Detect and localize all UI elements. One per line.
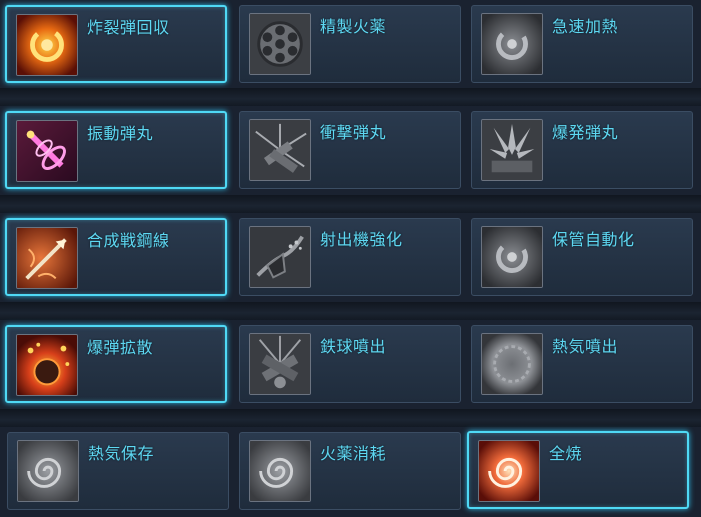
skill-card-5-3[interactable]: 全焼 [467,431,689,509]
skill-name: 急速加熱 [552,17,619,36]
skill-card-3-1[interactable]: 合成戦鋼線 [5,218,227,296]
cylinder-icon [249,13,311,75]
heat-burst-icon [481,333,543,395]
skill-card-1-1[interactable]: 炸裂弾回収 [5,5,227,83]
skill-card-5-2[interactable]: 火薬消耗 [239,432,461,510]
skill-card-2-1[interactable]: 振動弾丸 [5,111,227,189]
swirl-icon [481,226,543,288]
vibrating-bullet-icon [16,120,78,182]
impact-bullets-icon [249,119,311,181]
row-separator [0,195,701,213]
skill-card-1-3[interactable]: 急速加熱 [471,5,693,83]
skill-name: 振動弾丸 [87,124,154,143]
fire-vortex-icon [478,440,540,502]
skill-name: 爆発弾丸 [552,123,619,142]
skill-name: 鉄球噴出 [320,337,387,356]
vortex-icon [17,440,79,502]
skill-name: 熱気噴出 [552,337,619,356]
skill-card-3-3[interactable]: 保管自動化 [471,218,693,296]
skill-name: 合成戦鋼線 [87,231,170,250]
swirl-icon [481,13,543,75]
burst-icon [481,119,543,181]
row-separator [0,88,701,106]
skill-card-4-2[interactable]: 鉄球噴出 [239,325,461,403]
skill-card-5-1[interactable]: 熱気保存 [7,432,229,510]
skill-card-2-2[interactable]: 衝撃弾丸 [239,111,461,189]
skill-name: 全焼 [549,444,583,463]
skill-name: 射出機強化 [320,230,403,249]
skill-name: 衝撃弾丸 [320,123,387,142]
row-separator [0,302,701,320]
skill-name: 火薬消耗 [320,444,387,463]
steel-arrow-icon [16,227,78,289]
vortex-icon [249,440,311,502]
skill-name: 保管自動化 [552,230,635,249]
skill-name: 熱気保存 [88,444,155,463]
bomb-scatter-icon [16,334,78,396]
skill-card-3-2[interactable]: 射出機強化 [239,218,461,296]
explosion-orb-icon [16,14,78,76]
skill-name: 爆弾拡散 [87,338,154,357]
skill-card-4-3[interactable]: 熱気噴出 [471,325,693,403]
skill-card-4-1[interactable]: 爆弾拡散 [5,325,227,403]
skill-card-1-2[interactable]: 精製火薬 [239,5,461,83]
launcher-icon [249,226,311,288]
row-separator [0,409,701,427]
skill-card-2-3[interactable]: 爆発弾丸 [471,111,693,189]
skill-name: 炸裂弾回収 [87,18,170,37]
skill-name: 精製火薬 [320,17,387,36]
iron-ball-icon [249,333,311,395]
